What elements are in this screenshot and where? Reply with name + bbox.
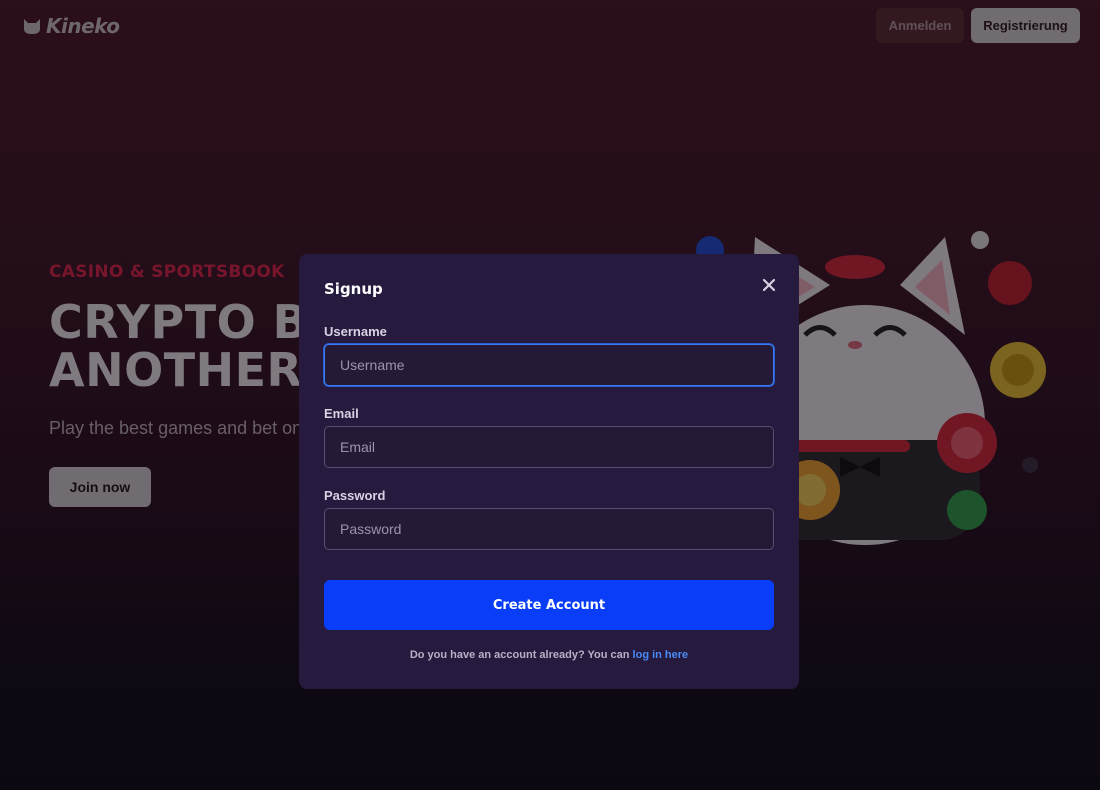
username-label: Username (324, 324, 387, 339)
login-prompt-text: Do you have an account already? You can (409, 649, 633, 661)
create-account-button[interactable]: Create Account (324, 580, 774, 630)
close-icon[interactable] (760, 276, 778, 294)
email-input[interactable] (324, 426, 774, 468)
username-input[interactable] (324, 344, 774, 386)
email-label: Email (324, 406, 359, 421)
login-prompt: Do you have an account already? You can … (299, 649, 799, 661)
password-input[interactable] (324, 508, 774, 550)
modal-title: Signup (324, 280, 383, 298)
signup-modal: Signup Username Email Password Create Ac… (299, 254, 799, 689)
login-link[interactable]: log in here (633, 649, 689, 661)
password-label: Password (324, 488, 386, 503)
